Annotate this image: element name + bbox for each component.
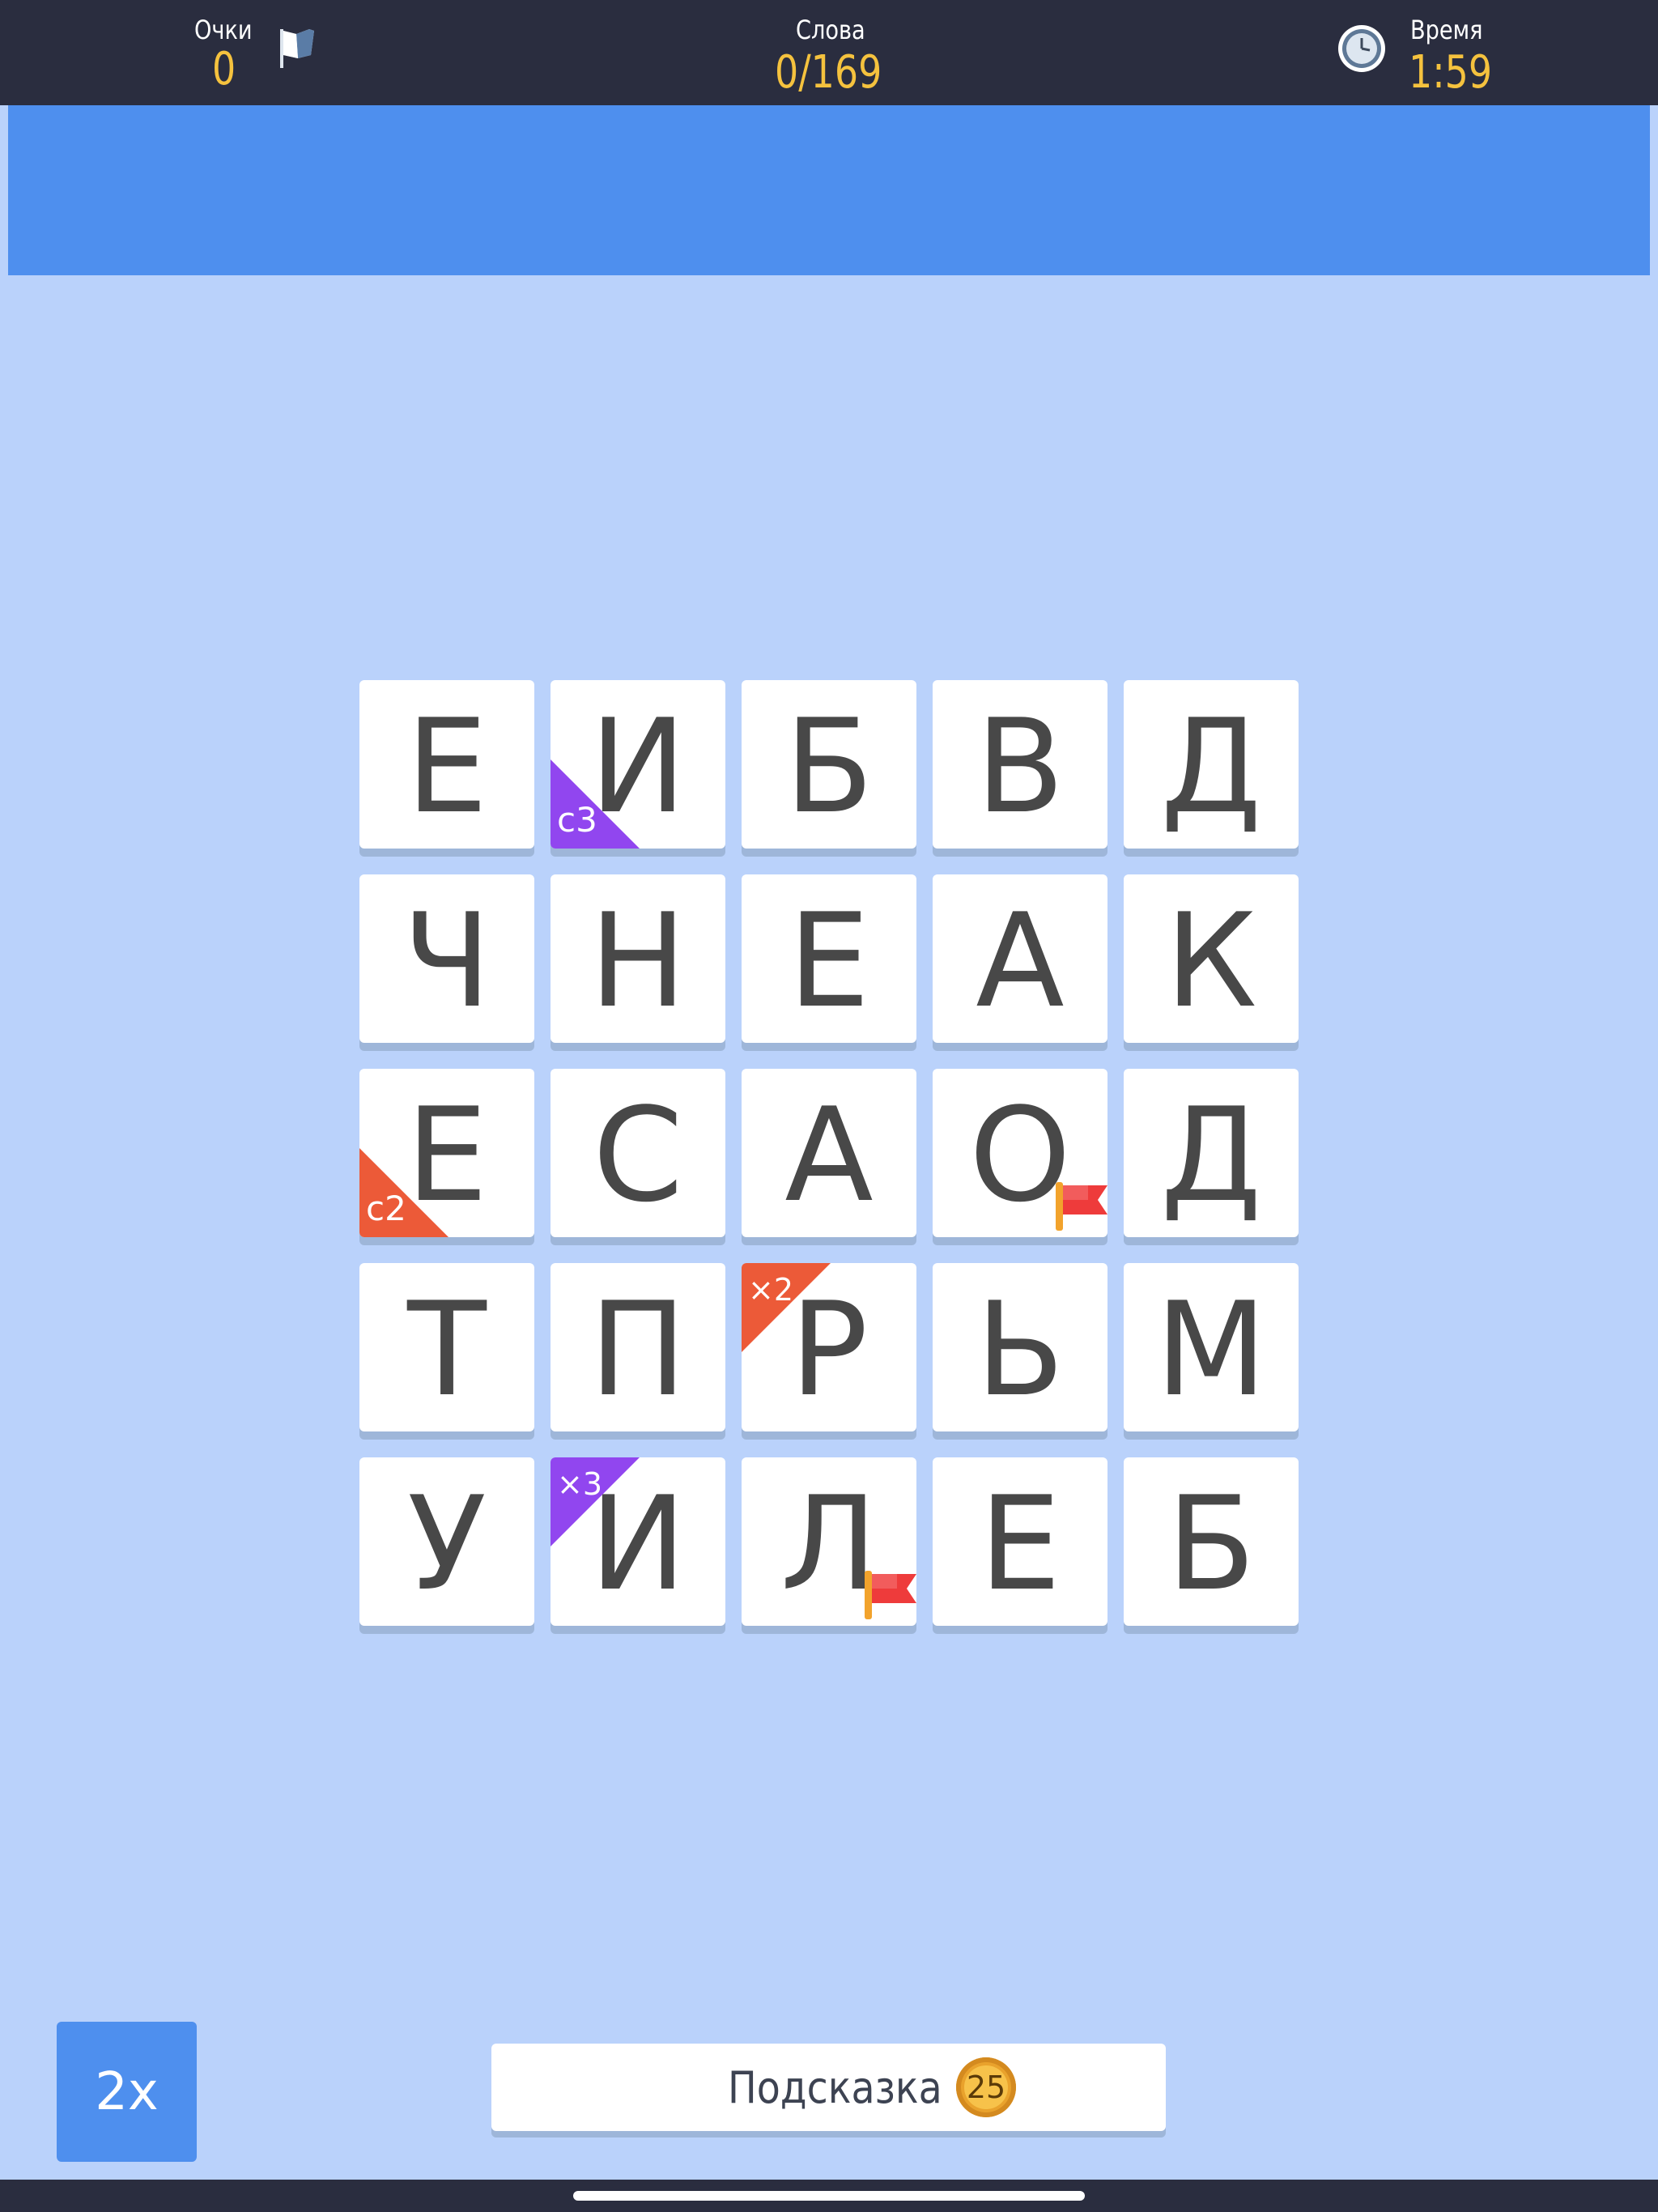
words-label: Слова — [796, 15, 865, 45]
letter-tile[interactable]: Н — [551, 874, 725, 1043]
tile-letter: Е — [979, 1468, 1061, 1619]
letter-tile[interactable]: Е — [742, 874, 916, 1043]
letter-tile[interactable]: Л — [742, 1457, 916, 1626]
score-label: Очки — [194, 15, 253, 45]
letter-tile[interactable]: А — [933, 874, 1107, 1043]
hint-cost: 25 — [964, 2065, 1008, 2109]
tile-letter: А — [784, 1079, 874, 1231]
words-counter: 0/169 — [775, 46, 882, 99]
found-words-panel — [8, 105, 1650, 275]
letter-tile[interactable]: Б — [742, 680, 916, 849]
time-label: Время — [1410, 15, 1483, 45]
tile-letter: Ь — [976, 1274, 1065, 1425]
tile-letter: М — [1154, 1274, 1268, 1425]
letter-tile[interactable]: У — [359, 1457, 534, 1626]
letter-tile[interactable]: П — [551, 1263, 725, 1431]
tile-letter: Д — [1160, 691, 1262, 842]
letter-tile[interactable]: Ь — [933, 1263, 1107, 1431]
tile-letter: В — [976, 691, 1065, 842]
multiplier-button[interactable]: 2x — [57, 2022, 197, 2162]
bonus-badge-text: ×2 — [748, 1272, 794, 1308]
tile-letter: С — [593, 1079, 683, 1231]
tile-letter: Б — [1167, 1468, 1256, 1619]
letter-grid: Е Иc3 Б В Д Ч Н Е А К Еc2 С А О Д Т П Р ×2 Ь М У И ×3 Л Е Б — [359, 680, 1299, 1636]
letter-tile[interactable]: М — [1124, 1263, 1299, 1431]
letter-tile[interactable]: К — [1124, 874, 1299, 1043]
letter-tile[interactable]: Р ×2 — [742, 1263, 916, 1431]
letter-tile[interactable]: И ×3 — [551, 1457, 725, 1626]
letter-tile[interactable]: Д — [1124, 1069, 1299, 1237]
clock-icon — [1338, 25, 1385, 72]
letter-tile[interactable]: Ч — [359, 874, 534, 1043]
letter-tile[interactable]: Еc2 — [359, 1069, 534, 1237]
tile-letter: К — [1165, 885, 1257, 1036]
coin-icon: 25 — [956, 2057, 1016, 2117]
tile-letter: А — [976, 885, 1065, 1036]
top-status-bar: Очки 0 Слова 0/169 Время 1:59 — [0, 0, 1658, 105]
time-remaining: 1:59 — [1409, 46, 1493, 99]
letter-tile[interactable]: А — [742, 1069, 916, 1237]
tile-letter: Б — [784, 691, 874, 842]
tile-letter: Н — [589, 885, 687, 1036]
flag-icon[interactable] — [278, 28, 317, 70]
hint-label: Подсказка — [728, 2062, 942, 2113]
letter-tile[interactable]: Т — [359, 1263, 534, 1431]
letter-tile[interactable]: В — [933, 680, 1107, 849]
home-indicator[interactable] — [573, 2191, 1085, 2201]
tile-letter: Е — [788, 885, 870, 1036]
red-flag-icon — [865, 1571, 916, 1619]
tile-letter: У — [407, 1468, 487, 1619]
bonus-badge-text: c3 — [557, 800, 597, 840]
letter-tile[interactable]: С — [551, 1069, 725, 1237]
letter-tile[interactable]: Д — [1124, 680, 1299, 849]
red-flag-icon — [1056, 1182, 1107, 1231]
bonus-badge-text: ×3 — [557, 1466, 603, 1502]
tile-letter: Ч — [402, 885, 491, 1036]
tile-letter: Т — [407, 1274, 487, 1425]
tile-letter: П — [589, 1274, 687, 1425]
bonus-badge-text: c2 — [366, 1189, 406, 1228]
letter-tile[interactable]: Е — [933, 1457, 1107, 1626]
tile-letter: Д — [1160, 1079, 1262, 1231]
letter-tile[interactable]: О — [933, 1069, 1107, 1237]
letter-tile[interactable]: Б — [1124, 1457, 1299, 1626]
hint-button[interactable]: Подсказка 25 — [491, 2044, 1166, 2131]
letter-tile[interactable]: Иc3 — [551, 680, 725, 849]
letter-tile[interactable]: Е — [359, 680, 534, 849]
score-value: 0 — [212, 43, 236, 96]
tile-letter: Е — [406, 691, 488, 842]
